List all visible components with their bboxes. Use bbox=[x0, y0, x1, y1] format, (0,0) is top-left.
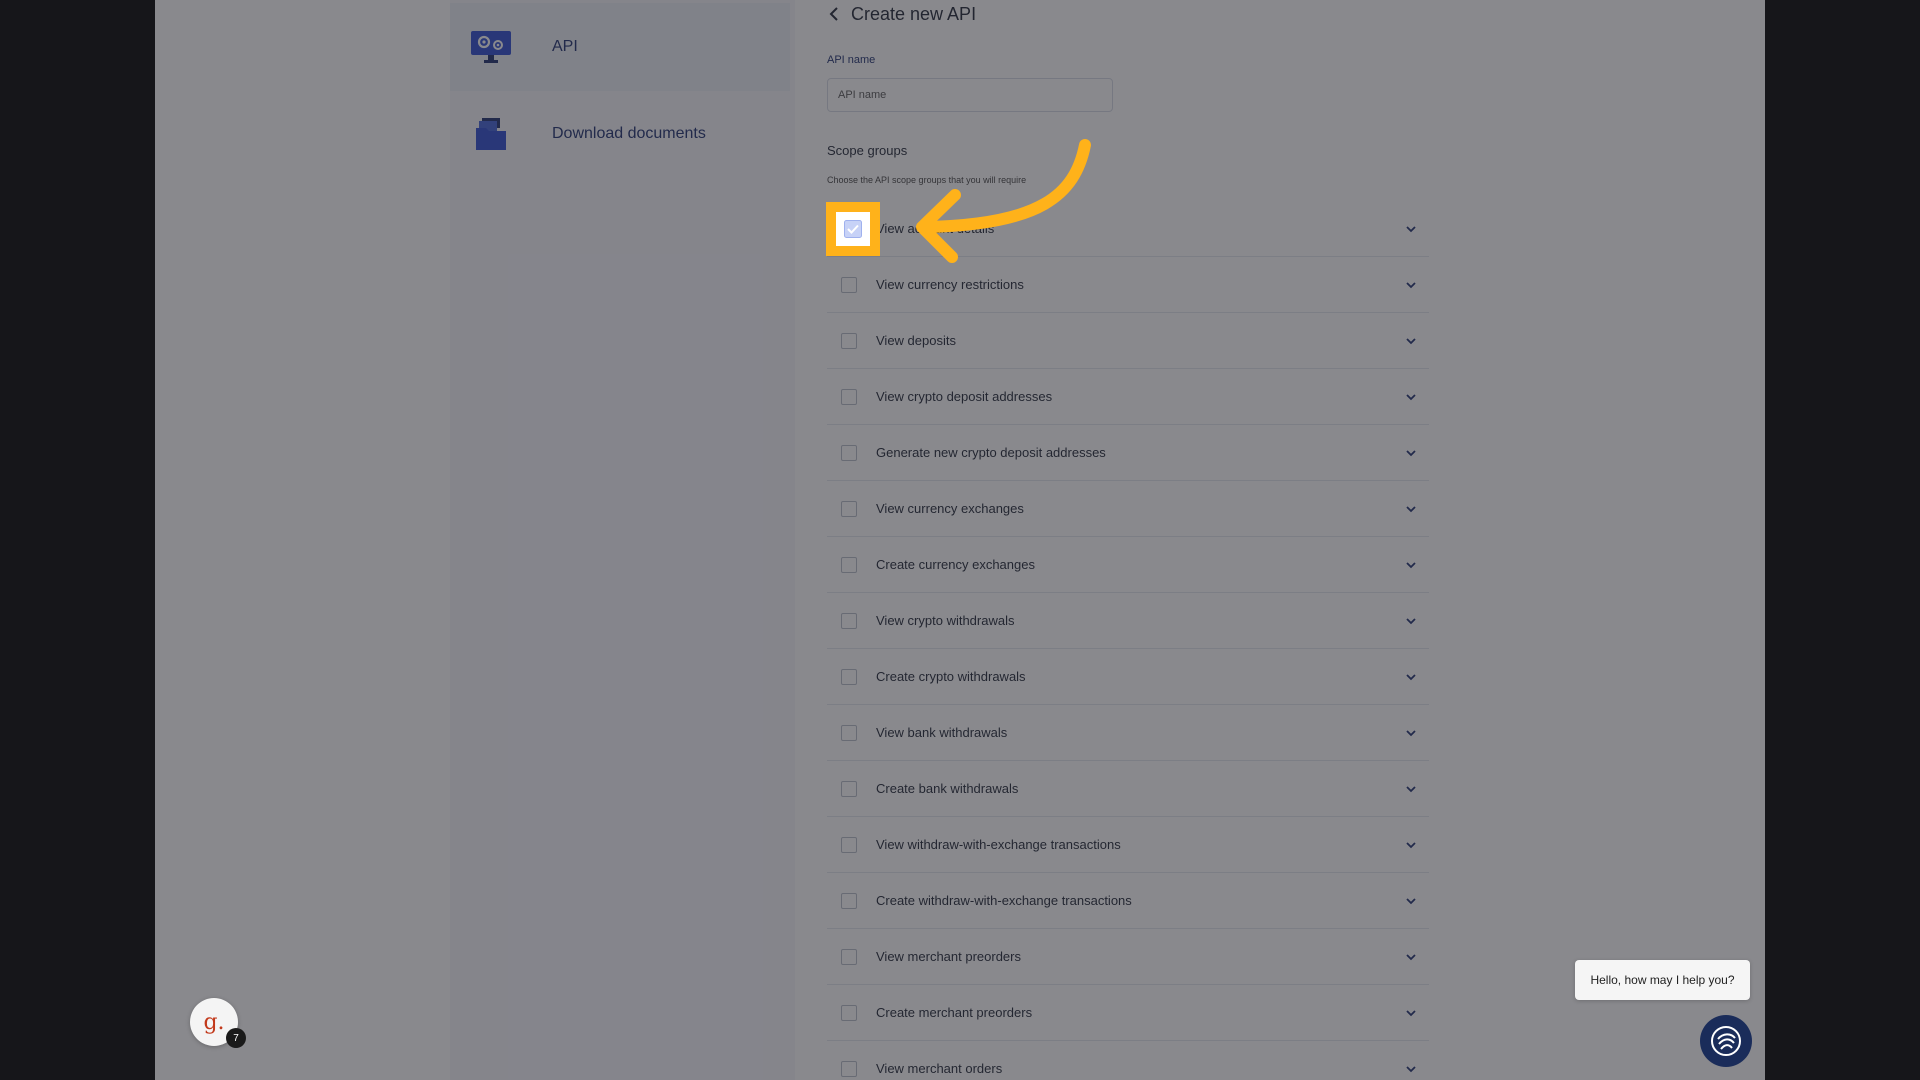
scope-row[interactable]: Create merchant preorders bbox=[827, 985, 1429, 1041]
chevron-down-icon[interactable] bbox=[1405, 671, 1417, 683]
scope-checkbox[interactable] bbox=[841, 1004, 857, 1021]
guru-badge[interactable]: g. 7 bbox=[190, 998, 246, 1048]
scope-checkbox[interactable] bbox=[841, 388, 857, 405]
scope-row[interactable]: View crypto withdrawals bbox=[827, 593, 1429, 649]
scope-row[interactable]: Create crypto withdrawals bbox=[827, 649, 1429, 705]
scope-label: View crypto withdrawals bbox=[876, 613, 1015, 628]
scope-checkbox[interactable] bbox=[841, 500, 857, 517]
pointer-arrow-icon bbox=[916, 139, 1091, 263]
sidebar-item-api[interactable]: API bbox=[450, 3, 790, 91]
page-header: Create new API bbox=[827, 0, 976, 28]
chevron-down-icon[interactable] bbox=[1405, 615, 1417, 627]
sidebar: API Download documents bbox=[450, 0, 795, 1080]
chevron-left-icon[interactable] bbox=[827, 7, 841, 21]
scope-checkbox[interactable] bbox=[841, 556, 857, 573]
chevron-down-icon[interactable] bbox=[1405, 559, 1417, 571]
scope-checkbox[interactable] bbox=[841, 948, 857, 965]
scope-row[interactable]: View withdraw-with-exchange transactions bbox=[827, 817, 1429, 873]
scope-label: View bank withdrawals bbox=[876, 725, 1008, 740]
chevron-down-icon[interactable] bbox=[1405, 951, 1417, 963]
scope-label: Create currency exchanges bbox=[876, 557, 1035, 572]
highlighted-checkbox[interactable] bbox=[836, 212, 870, 246]
chat-greeting-bubble[interactable]: Hello, how may I help you? bbox=[1575, 960, 1750, 1000]
scope-label: View withdraw-with-exchange transactions bbox=[876, 837, 1121, 852]
scope-row[interactable]: View deposits bbox=[827, 313, 1429, 369]
scope-checkbox[interactable] bbox=[841, 780, 857, 797]
scope-row[interactable]: View crypto deposit addresses bbox=[827, 369, 1429, 425]
scope-row[interactable]: View merchant orders bbox=[827, 1041, 1429, 1080]
scope-row[interactable]: Generate new crypto deposit addresses bbox=[827, 425, 1429, 481]
scope-checkbox[interactable] bbox=[841, 444, 857, 461]
scope-label: View crypto deposit addresses bbox=[876, 389, 1053, 404]
scope-checkbox[interactable] bbox=[841, 836, 857, 853]
chevron-down-icon[interactable] bbox=[1405, 1063, 1417, 1075]
sidebar-item-download-documents[interactable]: Download documents bbox=[450, 90, 790, 178]
scope-label: Create withdraw-with-exchange transactio… bbox=[876, 893, 1132, 908]
chevron-down-icon[interactable] bbox=[1405, 279, 1417, 291]
scope-label: Create crypto withdrawals bbox=[876, 669, 1026, 684]
chevron-down-icon[interactable] bbox=[1405, 727, 1417, 739]
scope-label: Create bank withdrawals bbox=[876, 781, 1019, 796]
chevron-down-icon[interactable] bbox=[1405, 1007, 1417, 1019]
scope-checkbox[interactable] bbox=[841, 1060, 857, 1077]
chevron-down-icon[interactable] bbox=[1405, 447, 1417, 459]
chevron-down-icon[interactable] bbox=[1405, 895, 1417, 907]
scope-checkbox[interactable] bbox=[841, 332, 857, 349]
documents-folder-icon bbox=[470, 113, 512, 155]
guru-logo: g. bbox=[203, 1009, 225, 1035]
scope-label: Create merchant preorders bbox=[876, 1005, 1033, 1020]
chevron-down-icon[interactable] bbox=[1405, 503, 1417, 515]
scope-label: View deposits bbox=[876, 333, 956, 348]
scope-checkbox[interactable] bbox=[841, 668, 857, 685]
highlight-frame bbox=[826, 202, 880, 256]
scope-label: Generate new crypto deposit addresses bbox=[876, 445, 1106, 460]
page-title: Create new API bbox=[851, 3, 977, 24]
chevron-down-icon[interactable] bbox=[1405, 391, 1417, 403]
scope-groups-title: Scope groups bbox=[827, 143, 908, 158]
scope-label: View currency exchanges bbox=[876, 501, 1024, 516]
chevron-down-icon[interactable] bbox=[1405, 783, 1417, 795]
scope-row[interactable]: View merchant preorders bbox=[827, 929, 1429, 985]
scope-row[interactable]: Create currency exchanges bbox=[827, 537, 1429, 593]
scope-checkbox[interactable] bbox=[841, 724, 857, 741]
scope-checkbox[interactable] bbox=[841, 612, 857, 629]
scope-row[interactable]: Create withdraw-with-exchange transactio… bbox=[827, 873, 1429, 929]
scope-list: View account details View currency restri… bbox=[827, 201, 1429, 1080]
scope-row[interactable]: Create bank withdrawals bbox=[827, 761, 1429, 817]
scope-label: View currency restrictions bbox=[876, 277, 1024, 292]
scope-label: View merchant preorders bbox=[876, 949, 1021, 964]
sidebar-item-label: Download documents bbox=[552, 125, 706, 142]
scope-checkbox[interactable] bbox=[841, 276, 857, 293]
chevron-down-icon[interactable] bbox=[1405, 839, 1417, 851]
api-name-label: API name bbox=[827, 54, 876, 66]
notification-count: 7 bbox=[226, 1028, 246, 1048]
chevron-down-icon[interactable] bbox=[1405, 335, 1417, 347]
chat-assistant-icon[interactable] bbox=[1700, 1015, 1752, 1067]
scope-row[interactable]: View currency exchanges bbox=[827, 481, 1429, 537]
scope-row[interactable]: View bank withdrawals bbox=[827, 705, 1429, 761]
sidebar-item-label: API bbox=[552, 38, 578, 55]
api-settings-icon bbox=[470, 26, 512, 68]
scope-checkbox[interactable] bbox=[841, 892, 857, 909]
api-name-input[interactable] bbox=[827, 78, 1113, 112]
chevron-down-icon[interactable] bbox=[1405, 223, 1417, 235]
scope-label: View merchant orders bbox=[876, 1061, 1003, 1076]
